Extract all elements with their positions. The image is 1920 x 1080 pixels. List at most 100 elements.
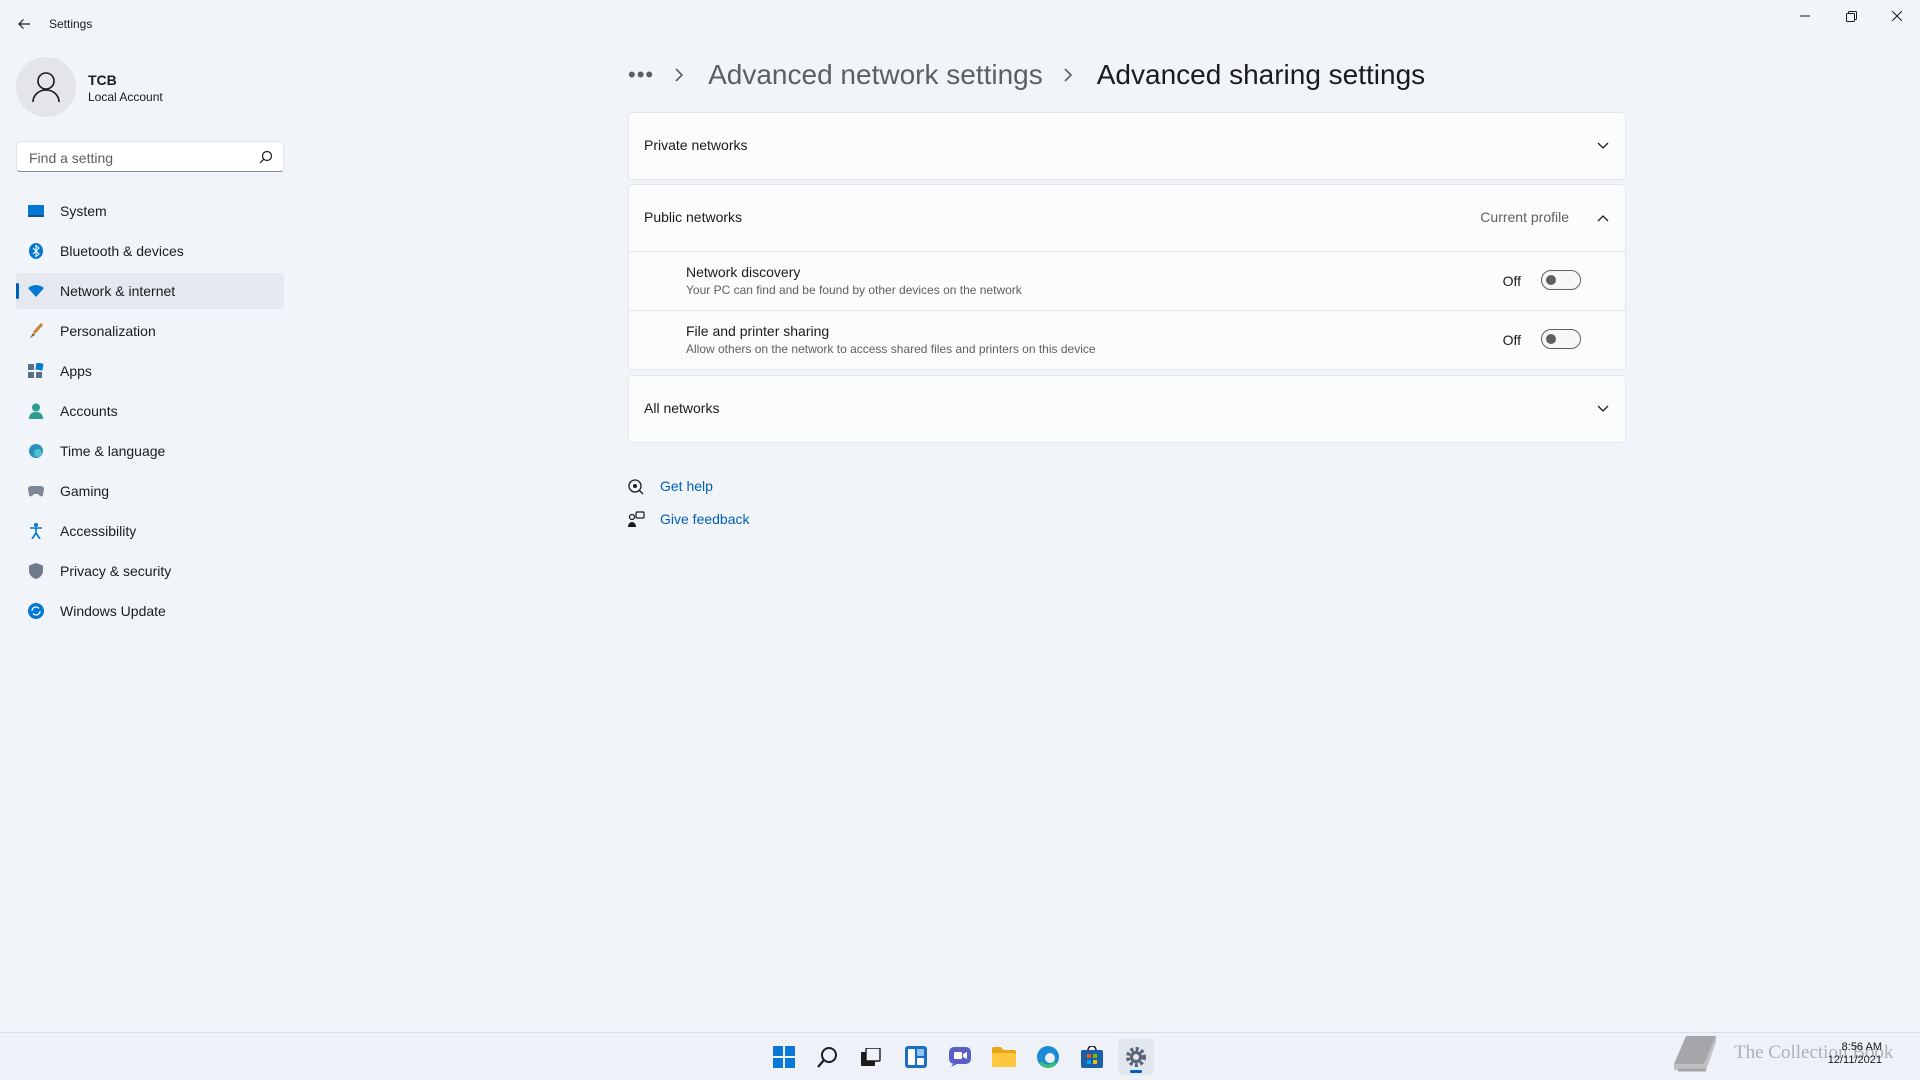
sidebar-item-windows-update[interactable]: Windows Update [16, 593, 284, 629]
widgets-button[interactable] [898, 1039, 934, 1075]
taskbar-search-button[interactable] [810, 1039, 846, 1075]
chat-icon [949, 1047, 971, 1067]
breadcrumb: ••• Advanced network settings Advanced s… [628, 53, 1425, 97]
sidebar-item-privacy-security[interactable]: Privacy & security [16, 553, 284, 589]
brush-icon [28, 323, 44, 339]
sidebar-item-label: Gaming [60, 483, 110, 499]
file-explorer-button[interactable] [986, 1039, 1022, 1075]
sidebar-item-label: Network & internet [60, 283, 176, 299]
toggle-knob [1546, 334, 1556, 344]
gaming-icon [28, 483, 44, 499]
sidebar-item-accessibility[interactable]: Accessibility [16, 513, 284, 549]
file-printer-sharing-row: File and printer sharing Allow others on… [629, 310, 1625, 369]
breadcrumb-parent-link[interactable]: Advanced network settings [708, 59, 1043, 91]
clock-time: 8:56 AM [1841, 1041, 1882, 1053]
back-button[interactable] [12, 12, 36, 36]
start-icon [773, 1046, 795, 1068]
chevron-right-icon [1063, 68, 1077, 82]
private-networks-section: Private networks [628, 112, 1626, 180]
chevron-down-icon [1595, 138, 1611, 154]
sidebar-item-label: Accessibility [60, 523, 137, 539]
sidebar-item-network[interactable]: Network & internet [16, 273, 284, 309]
settings-taskbar-button[interactable] [1118, 1039, 1154, 1075]
minimize-icon [1800, 15, 1810, 17]
give-feedback-icon [627, 511, 645, 529]
search-icon[interactable] [259, 150, 273, 164]
sidebar-item-time-language[interactable]: Time & language [16, 433, 284, 469]
title-bar: Settings [0, 0, 1920, 48]
chevron-right-icon [674, 68, 688, 82]
sidebar-item-apps[interactable]: Apps [16, 353, 284, 389]
widgets-icon [905, 1046, 927, 1068]
bluetooth-icon [28, 243, 44, 259]
avatar [16, 57, 76, 117]
edge-button[interactable] [1030, 1039, 1066, 1075]
chat-button[interactable] [942, 1039, 978, 1075]
all-networks-header[interactable]: All networks [629, 376, 1625, 442]
section-title: Private networks [644, 137, 748, 153]
network-discovery-toggle[interactable] [1541, 270, 1581, 290]
settings-icon [1126, 1047, 1146, 1067]
minimize-button[interactable] [1782, 0, 1828, 32]
sidebar-item-bluetooth[interactable]: Bluetooth & devices [16, 233, 284, 269]
chevron-down-icon [1595, 401, 1611, 417]
sidebar-nav: System Bluetooth & devices Network & int… [16, 193, 284, 633]
give-feedback-label: Give feedback [660, 511, 750, 527]
sidebar-item-label: System [60, 203, 107, 219]
back-arrow-icon [18, 19, 30, 29]
sidebar-item-label: Personalization [60, 323, 156, 339]
private-networks-header[interactable]: Private networks [629, 113, 1625, 179]
public-networks-section: Public networks Current profile Network … [628, 184, 1626, 370]
task-view-icon [861, 1048, 881, 1066]
toggle-knob [1546, 275, 1556, 285]
search-box [16, 141, 284, 173]
account-type: Local Account [88, 90, 163, 104]
start-button[interactable] [766, 1039, 802, 1075]
book-logo-icon [1674, 1036, 1716, 1072]
setting-description: Allow others on the network to access sh… [686, 342, 1096, 356]
get-help-icon [627, 478, 645, 496]
watermark: The Collection Book [1668, 1030, 1920, 1078]
wifi-icon [28, 283, 44, 299]
store-button[interactable] [1074, 1039, 1110, 1075]
sidebar-item-label: Privacy & security [60, 563, 172, 579]
user-name: TCB [88, 72, 117, 88]
page-title: Advanced sharing settings [1096, 59, 1426, 90]
chevron-up-icon [1595, 210, 1611, 226]
active-indicator [1130, 1070, 1142, 1073]
search-icon [817, 1047, 837, 1068]
get-help-label: Get help [660, 478, 713, 494]
app-title: Settings [49, 17, 93, 31]
windows-update-icon [28, 603, 44, 619]
store-icon [1081, 1046, 1103, 1068]
file-printer-sharing-toggle[interactable] [1541, 329, 1581, 349]
network-discovery-row: Network discovery Your PC can find and b… [629, 251, 1625, 310]
toggle-state-label: Off [1502, 332, 1521, 348]
sidebar-item-accounts[interactable]: Accounts [16, 393, 284, 429]
public-networks-header[interactable]: Public networks Current profile [629, 185, 1625, 251]
task-view-button[interactable] [853, 1039, 889, 1075]
setting-title: File and printer sharing [686, 323, 830, 339]
current-profile-label: Current profile [1480, 209, 1569, 225]
clock-date: 12/11/2021 [1827, 1054, 1882, 1066]
all-networks-section: All networks [628, 375, 1626, 443]
restore-button[interactable] [1828, 0, 1874, 32]
sidebar-item-gaming[interactable]: Gaming [16, 473, 284, 509]
search-input[interactable] [27, 142, 251, 173]
section-title: All networks [644, 400, 720, 416]
taskbar [0, 1032, 1920, 1080]
accounts-icon [28, 403, 44, 419]
close-button[interactable] [1874, 0, 1920, 32]
system-clock[interactable]: 8:56 AM 12/11/2021 [1818, 1041, 1882, 1067]
sidebar-item-label: Windows Update [60, 603, 166, 619]
close-icon [1892, 11, 1902, 21]
accessibility-icon [28, 523, 44, 539]
breadcrumb-more-button[interactable]: ••• [628, 64, 654, 86]
person-icon [32, 72, 60, 103]
sidebar-item-system[interactable]: System [16, 193, 284, 229]
time-language-icon [28, 443, 44, 459]
setting-title: Network discovery [686, 264, 801, 280]
sidebar-item-label: Bluetooth & devices [60, 243, 184, 259]
restore-icon [1845, 10, 1857, 22]
sidebar-item-personalization[interactable]: Personalization [16, 313, 284, 349]
